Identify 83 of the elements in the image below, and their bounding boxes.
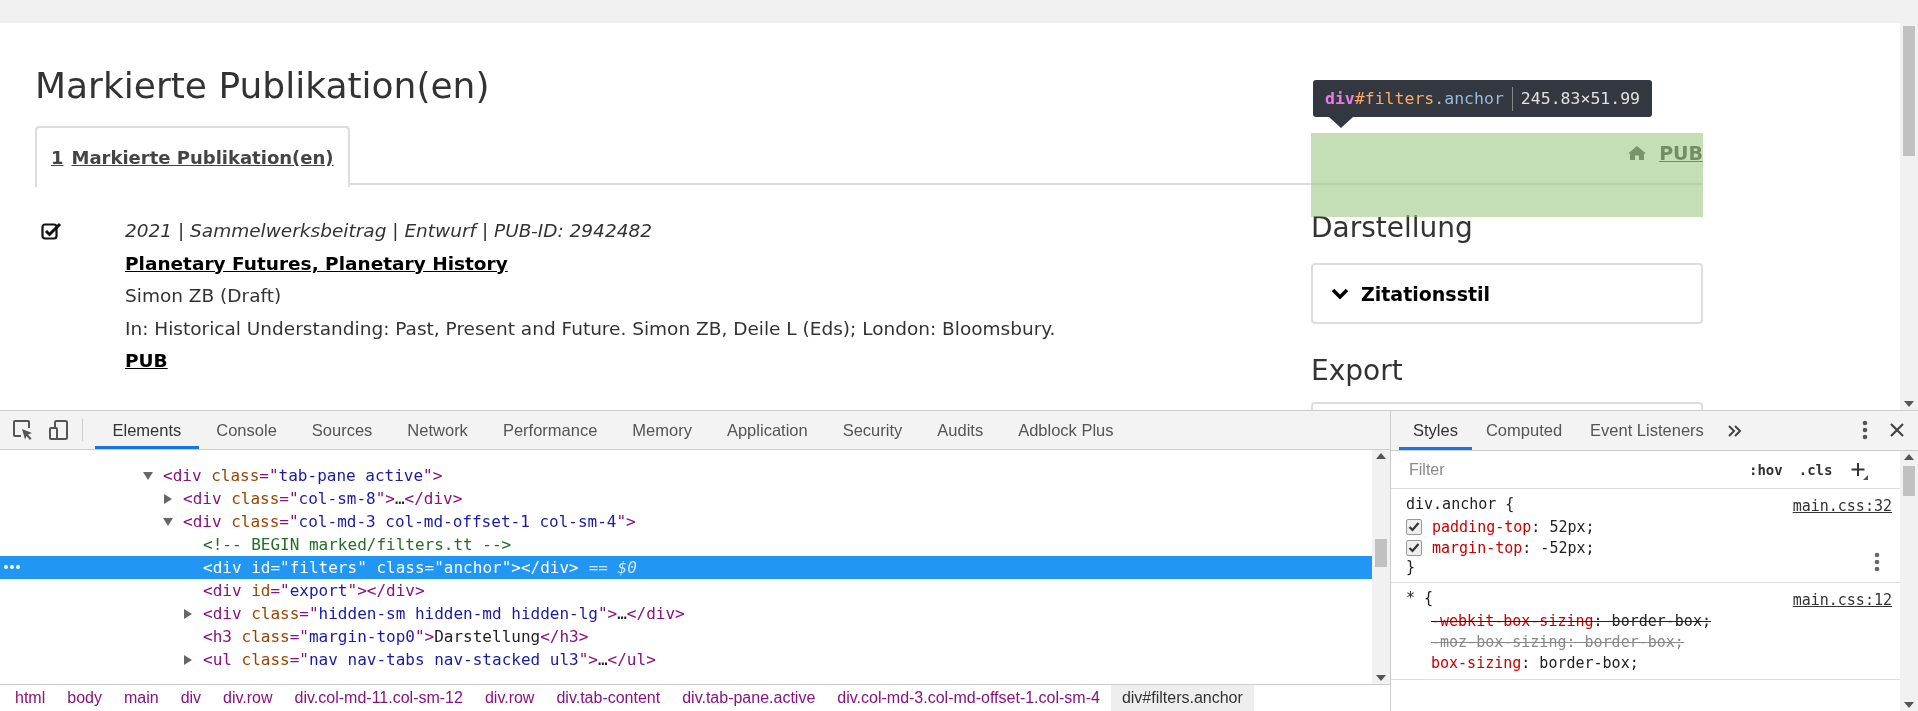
code-line[interactable]: <div class="tab-pane active">	[163, 464, 443, 487]
css-declaration[interactable]: -webkit-box-sizing: border-box;	[1431, 611, 1711, 630]
scroll-up-icon[interactable]	[1904, 454, 1914, 460]
breadcrumb-item[interactable]: main	[112, 685, 170, 711]
styles-pane-tab[interactable]: Computed	[1471, 411, 1577, 450]
home-icon	[1627, 145, 1648, 161]
rule-close-brace: }	[1406, 558, 1416, 576]
css-declaration[interactable]: padding-top: 52px;	[1432, 517, 1595, 536]
inspect-tooltip: div#filters.anchor 245.83×51.99	[1313, 80, 1653, 117]
breadcrumb-item[interactable]: div.tab-pane.active	[671, 685, 827, 711]
devtools-tab[interactable]: Adblock Plus	[1000, 411, 1132, 449]
styles-scrollbar[interactable]	[1900, 451, 1918, 711]
expanded-arrow-icon[interactable]	[143, 470, 153, 481]
devtools-tab[interactable]: Security	[825, 411, 920, 449]
page-scrollbar[interactable]	[1900, 23, 1918, 410]
breadcrumb-item[interactable]: div#filters.anchor	[1110, 685, 1254, 711]
scrollbar-thumb[interactable]	[1903, 26, 1915, 156]
pub-link[interactable]: PUB	[125, 345, 168, 378]
devtools-tab[interactable]: Audits	[919, 411, 1001, 449]
code-line[interactable]: <div class="hidden-sm hidden-md hidden-lg">…</div>	[203, 602, 685, 625]
scroll-down-icon[interactable]	[1904, 702, 1914, 708]
breadcrumb-item[interactable]: body	[56, 685, 113, 711]
publication-meta: 2021 | Sammelwerksbeitrag | Entwurf | PUB-ID: 2942482	[125, 219, 653, 243]
rule-selector: * {	[1406, 589, 1434, 607]
devtools-tab[interactable]: Console	[198, 411, 295, 449]
css-declaration[interactable]: margin-top: -52px;	[1432, 538, 1595, 557]
device-icon[interactable]	[48, 419, 70, 441]
devtools-tab[interactable]: Sources	[294, 411, 390, 449]
code-line[interactable]: <ul class="nav nav-tabs nav-stacked ul3">…</ul>	[203, 648, 656, 671]
kebab-menu-icon[interactable]	[1862, 420, 1868, 440]
scrollbar-thumb[interactable]	[1375, 539, 1387, 567]
code-line[interactable]: <div class="col-md-3 col-md-offset-1 col-sm-4">	[183, 510, 636, 533]
breadcrumb-item[interactable]: div.col-md-11.col-sm-12	[283, 685, 474, 711]
section-heading: Darstellung	[1311, 211, 1473, 245]
devtools-tab[interactable]: Performance	[485, 411, 615, 449]
publication-title-link[interactable]: Planetary Futures, Planetary History	[125, 247, 508, 280]
rule-selector: div.anchor {	[1406, 495, 1515, 513]
page-tab[interactable]: 1 Markierte Publikation(en)	[35, 126, 350, 187]
checked-checkbox-icon[interactable]	[41, 221, 63, 241]
publication-authors: Simon ZB (Draft)	[125, 284, 283, 308]
inspect-icon[interactable]	[12, 419, 34, 441]
tree-scrollbar[interactable]	[1372, 450, 1390, 684]
breadcrumb-item[interactable]: div.tab-content	[545, 685, 672, 711]
expanded-arrow-icon[interactable]	[163, 516, 173, 527]
breadcrumb-item[interactable]: div.row	[473, 685, 546, 711]
breadcrumb-item[interactable]: div	[169, 685, 213, 711]
double-chevron-icon[interactable]	[1727, 424, 1742, 437]
collapsed-arrow-icon[interactable]	[183, 654, 193, 665]
chevron-down-icon	[1331, 287, 1349, 300]
scroll-up-icon[interactable]	[1376, 453, 1386, 459]
source-link[interactable]: main.css:12	[1792, 590, 1892, 609]
css-declaration[interactable]: box-sizing: border-box;	[1431, 653, 1639, 672]
hov-button[interactable]: :hov	[1749, 461, 1783, 478]
breadcrumb-item[interactable]: div.row	[212, 685, 284, 711]
devtools-tab[interactable]: Memory	[614, 411, 710, 449]
code-line[interactable]: <div id="export"></div>	[203, 579, 425, 602]
css-declaration[interactable]: -moz-box-sizing: border-box;	[1431, 632, 1684, 651]
code-line[interactable]: <h3 class="margin-top0">Darstellung</h3>	[203, 625, 589, 648]
source-link[interactable]: main.css:32	[1792, 496, 1892, 515]
code-line[interactable]: <!-- BEGIN marked/filters.tt -->	[203, 533, 512, 556]
kebab-menu-icon[interactable]	[1874, 552, 1880, 572]
publication-source: In: Historical Understanding: Past, Present and Future. Simon ZB, Deile L (Eds); London: Bloomsbury.	[125, 316, 1056, 341]
devtools-tab[interactable]: Network	[389, 411, 486, 449]
collapsed-arrow-icon[interactable]	[163, 493, 173, 504]
styles-pane-tab[interactable]: Styles	[1399, 411, 1472, 450]
page-heading: Markierte Publikation(en)	[35, 64, 490, 108]
devtools-tab[interactable]: Elements	[95, 411, 199, 449]
cls-button[interactable]: .cls	[1798, 461, 1833, 478]
breadcrumb-item[interactable]: div.col-md-3.col-md-offset-1.col-sm-4	[826, 685, 1111, 711]
styles-pane-tab[interactable]: Event Listeners	[1576, 411, 1718, 450]
breadcrumb-item[interactable]: html	[4, 685, 57, 711]
collapsed-arrow-icon[interactable]	[183, 608, 193, 619]
devtools-tab[interactable]: Application	[709, 411, 826, 449]
code-line[interactable]: <div class="col-sm-8">…</div>	[183, 487, 463, 510]
accordion-panel[interactable]: Zitationsstil	[1311, 263, 1703, 324]
dots-icon	[4, 565, 20, 569]
section-heading: Export	[1311, 354, 1403, 388]
close-icon[interactable]	[1890, 423, 1904, 437]
scroll-down-icon[interactable]	[1376, 675, 1386, 681]
scroll-down-icon[interactable]	[1904, 401, 1914, 407]
property-checkbox[interactable]	[1406, 518, 1422, 535]
property-checkbox[interactable]	[1406, 539, 1422, 556]
scrollbar-thumb[interactable]	[1903, 466, 1915, 496]
